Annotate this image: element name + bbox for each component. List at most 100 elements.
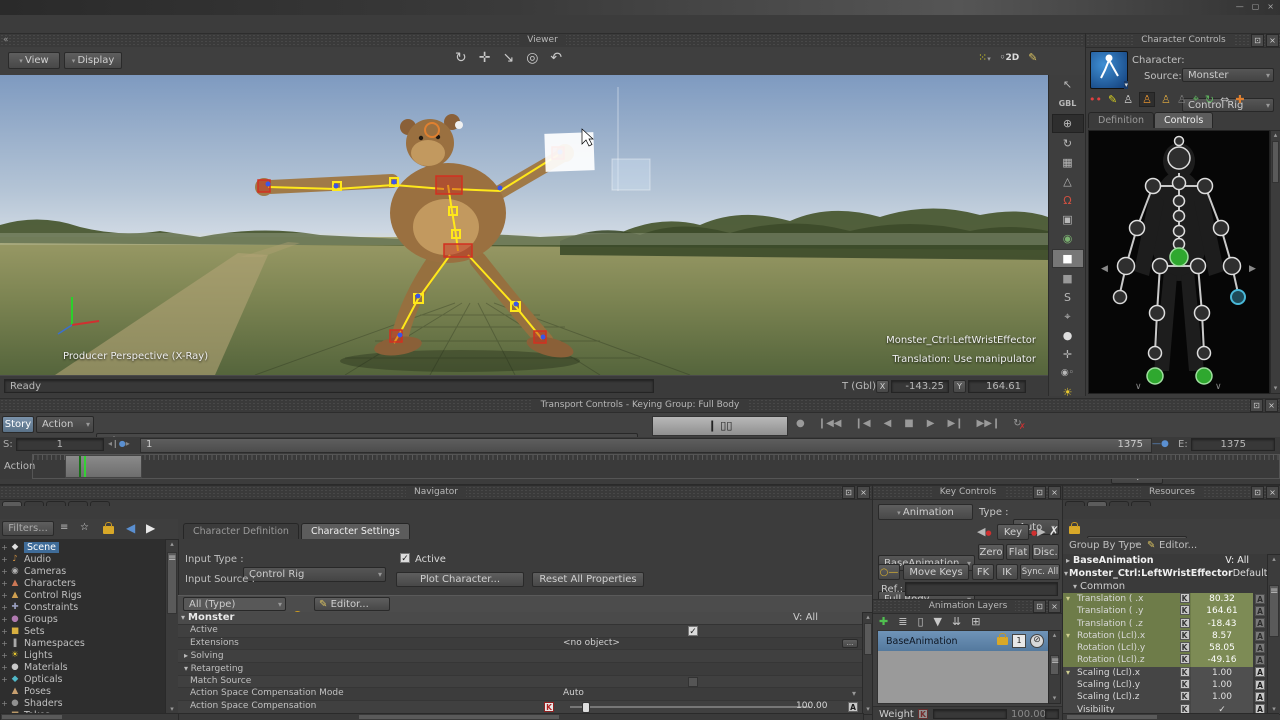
tab-definition[interactable]: Definition: [1088, 112, 1154, 128]
fk-button[interactable]: FK: [972, 564, 994, 580]
magnify-icon[interactable]: ◎: [526, 50, 538, 66]
pan-icon[interactable]: ✛: [479, 50, 491, 66]
rotate-tool-icon[interactable]: ↻: [1053, 135, 1083, 152]
navigator-tab[interactable]: [90, 501, 110, 506]
property-value[interactable]: 1.00: [1191, 679, 1253, 691]
weight-box[interactable]: [1045, 709, 1059, 719]
ctrl-rig-ik-icon[interactable]: ♙: [1161, 93, 1171, 106]
skeleton-dim-icon[interactable]: ♙: [1177, 93, 1187, 106]
sync-all-button[interactable]: Sync. All: [1020, 564, 1060, 580]
property-filter-select[interactable]: All (Type): [183, 597, 286, 611]
tree-scrollbar[interactable]: ▴≡▾: [165, 539, 179, 715]
tree-item-label[interactable]: Opticals: [24, 674, 63, 685]
tree-item-label[interactable]: Cameras: [24, 566, 66, 577]
plot-character-button[interactable]: Plot Character...: [396, 572, 524, 587]
property-key-badge[interactable]: K: [1178, 691, 1191, 703]
tree-item-label[interactable]: Materials: [24, 662, 68, 673]
mirror-icon[interactable]: ⇔: [1220, 93, 1229, 106]
filters-button[interactable]: Filters...: [2, 521, 54, 536]
wire-cube-icon[interactable]: ■: [1053, 270, 1083, 287]
common-group[interactable]: Common: [1080, 581, 1125, 592]
tree-item[interactable]: + Constraints: [0, 601, 165, 613]
property-row[interactable]: Scaling (Lcl).z K 1.00 A: [1063, 691, 1267, 703]
row-match-source[interactable]: Match Source: [178, 676, 862, 689]
property-anim-badge[interactable]: A: [1255, 667, 1265, 677]
cc-scrollbar[interactable]: ▴▾: [1270, 130, 1280, 394]
asc-mode-dropdown-icon[interactable]: ▾: [852, 688, 856, 700]
scrub-display[interactable]: ❙ ▯▯: [652, 416, 788, 436]
active-row-checkbox[interactable]: ✓: [688, 626, 698, 636]
tree-item[interactable]: + Shaders: [0, 697, 165, 709]
tree-hscrollbar[interactable]: [0, 713, 179, 720]
orbit-icon[interactable]: ↻: [455, 50, 467, 66]
tab-controls[interactable]: Controls: [1154, 112, 1213, 128]
shaded-cube-icon[interactable]: ■: [1052, 249, 1084, 268]
close-panel-icon[interactable]: ×: [1265, 399, 1278, 412]
flat-button[interactable]: Flat: [1006, 544, 1030, 560]
weight-value[interactable]: 100.00: [1011, 709, 1046, 720]
duplicate-layer-icon[interactable]: ⊞: [971, 615, 980, 628]
tree-item[interactable]: + Sets: [0, 625, 165, 637]
tree-expander[interactable]: +: [0, 579, 9, 588]
playhead[interactable]: [84, 456, 86, 477]
layer-row-baseanimation[interactable]: BaseAnimation 1 ⊘: [878, 631, 1048, 651]
asc-anim-badge[interactable]: A: [848, 702, 858, 712]
tree-item[interactable]: + Opticals: [0, 673, 165, 685]
play-button[interactable]: ▶: [927, 418, 935, 429]
close-panel-icon[interactable]: ×: [1266, 34, 1279, 47]
tree-expander[interactable]: +: [0, 591, 9, 600]
property-value[interactable]: 8.57: [1191, 630, 1253, 642]
weight-slider[interactable]: [933, 709, 1007, 719]
camera-pair-icon[interactable]: ◉◦: [1053, 365, 1083, 382]
record-button[interactable]: ●: [796, 418, 805, 429]
match-source-checkbox[interactable]: [688, 677, 698, 687]
property-value[interactable]: 164.61: [1191, 605, 1253, 617]
asc-key-badge[interactable]: K: [544, 702, 554, 712]
x-coordinate-field[interactable]: -143.25: [891, 380, 949, 393]
tree-item-label[interactable]: Control Rigs: [24, 590, 82, 601]
property-row[interactable]: Rotation (Lcl).y K 58.05 A: [1063, 642, 1267, 654]
layers-scrollbar[interactable]: ▴≡▾: [1048, 630, 1061, 704]
navigator-tab[interactable]: [24, 501, 44, 506]
full-body-keying-icon[interactable]: ✚: [1235, 93, 1244, 106]
baseanimation-group[interactable]: BaseAnimation: [1073, 555, 1154, 566]
property-row[interactable]: Translation ( .x K 80.32 A: [1063, 593, 1267, 605]
magnet-constraint-icon[interactable]: Ω: [1053, 192, 1083, 209]
select-arrow-icon[interactable]: ↘: [502, 50, 514, 66]
property-anim-badge[interactable]: A: [1255, 606, 1265, 616]
pin-rotation-icon[interactable]: ↻: [1205, 93, 1214, 106]
float-panel-icon[interactable]: ⊡: [1251, 34, 1264, 47]
res-hscrollbar[interactable]: [1063, 713, 1279, 720]
snap-tool-icon[interactable]: △: [1053, 173, 1083, 190]
tree-item-label[interactable]: Characters: [24, 578, 76, 589]
navigator-tab[interactable]: [68, 501, 88, 506]
end-frame-field[interactable]: 1375: [1191, 438, 1275, 451]
tree-expander[interactable]: +: [0, 567, 9, 576]
extensions-browse-button[interactable]: ...: [842, 639, 858, 648]
property-value[interactable]: 80.32: [1191, 593, 1253, 605]
favorite-star-icon[interactable]: ☆: [80, 522, 89, 533]
property-row[interactable]: Scaling (Lcl).y K 1.00 A: [1063, 679, 1267, 691]
marker-set-icon[interactable]: ••: [1089, 93, 1102, 106]
view-menu-button[interactable]: ▾ View: [8, 52, 60, 69]
list-view-icon[interactable]: ≡: [60, 522, 68, 533]
spline-icon[interactable]: S: [1053, 289, 1083, 306]
tree-expander[interactable]: +: [0, 615, 9, 624]
close-panel-icon[interactable]: ×: [1048, 600, 1061, 613]
float-panel-icon[interactable]: ⊡: [1033, 600, 1046, 613]
active-checkbox[interactable]: ✓: [400, 553, 410, 563]
minimize-icon[interactable]: —: [1236, 2, 1244, 11]
polygon-icon[interactable]: ●: [1053, 327, 1083, 344]
translate-tool-icon[interactable]: ⊕: [1052, 114, 1084, 133]
property-key-badge[interactable]: K: [1178, 642, 1191, 654]
asc-slider[interactable]: [570, 706, 810, 708]
viewport-3d[interactable]: Producer Perspective (X-Ray) Monster_Ctr…: [0, 75, 1048, 375]
resources-tab[interactable]: [1087, 501, 1107, 506]
property-anim-badge[interactable]: A: [1255, 692, 1265, 702]
timeline-ruler[interactable]: [32, 454, 1280, 479]
property-value[interactable]: 1.00: [1191, 667, 1253, 679]
property-value[interactable]: -18.43: [1191, 618, 1253, 630]
tree-expander[interactable]: +: [0, 699, 9, 708]
navigator-tab[interactable]: [2, 501, 22, 506]
property-key-badge[interactable]: K: [1178, 654, 1191, 666]
